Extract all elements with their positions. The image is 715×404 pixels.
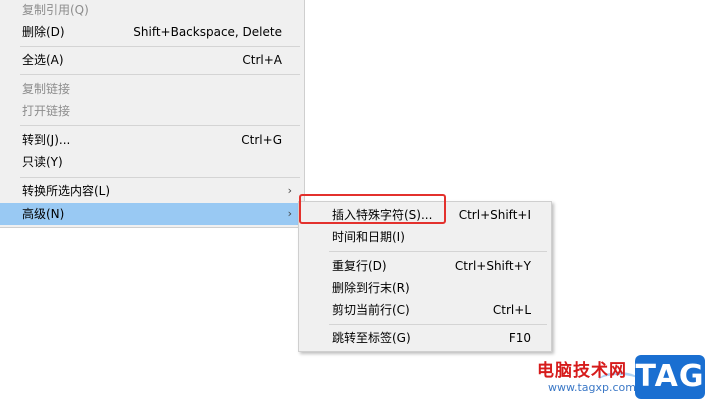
submenu-item-jump-to-tag[interactable]: 跳转至标签(G) F10 xyxy=(299,327,551,349)
submenu-item-delete-to-line-end[interactable]: 删除到行末(R) xyxy=(299,277,551,299)
context-menu: 复制引用(Q) 删除(D) Shift+Backspace, Delete 全选… xyxy=(0,0,305,228)
menu-item-shortcut: Ctrl+G xyxy=(241,133,282,147)
menu-item-shortcut: Ctrl+Shift+Y xyxy=(454,259,531,273)
menu-item-label: 全选(A) xyxy=(22,53,64,67)
menu-item-convert-selection[interactable]: 转换所选内容(L) › xyxy=(0,180,304,202)
menu-separator xyxy=(20,74,300,75)
menu-separator xyxy=(20,177,300,178)
watermark-logo: TAG xyxy=(635,355,705,399)
menu-item-shortcut: F10 xyxy=(508,331,531,345)
submenu-item-time-date[interactable]: 时间和日期(I) xyxy=(299,226,551,248)
menu-item-label: 复制引用(Q) xyxy=(22,3,89,17)
menu-item-label: 跳转至标签(G) xyxy=(332,331,411,345)
menu-item-read-only[interactable]: 只读(Y) xyxy=(0,151,304,173)
menu-item-label: 重复行(D) xyxy=(332,259,387,273)
menu-item-shortcut: Ctrl+L xyxy=(492,303,531,317)
menu-item-copy-link[interactable]: 复制链接 xyxy=(0,78,304,100)
menu-item-delete[interactable]: 删除(D) Shift+Backspace, Delete xyxy=(0,21,304,43)
menu-item-label: 时间和日期(I) xyxy=(332,230,405,244)
menu-item-label: 复制链接 xyxy=(22,82,71,96)
annotation-highlight-box xyxy=(299,194,446,224)
chevron-right-icon: › xyxy=(287,207,292,220)
submenu-item-cut-current-line[interactable]: 剪切当前行(C) Ctrl+L xyxy=(299,299,551,321)
menu-item-shortcut: Shift+Backspace, Delete xyxy=(133,25,282,39)
chevron-right-icon: › xyxy=(287,184,292,197)
menu-separator xyxy=(20,125,300,126)
menu-item-label: 剪切当前行(C) xyxy=(332,303,410,317)
menu-item-label: 转到(J)... xyxy=(22,133,71,147)
menu-item-select-all[interactable]: 全选(A) Ctrl+A xyxy=(0,49,304,71)
menu-item-label: 打开链接 xyxy=(22,104,71,118)
menu-item-shortcut: Ctrl+A xyxy=(242,53,282,67)
menu-item-label: 转换所选内容(L) xyxy=(22,184,111,198)
menu-item-shortcut: Ctrl+Shift+I xyxy=(458,208,531,222)
watermark-url: www.tagxp.com xyxy=(548,381,636,394)
menu-separator xyxy=(329,251,547,252)
menu-item-copy-reference[interactable]: 复制引用(Q) xyxy=(0,0,304,21)
menu-separator xyxy=(329,324,547,325)
menu-item-label: 删除(D) xyxy=(22,25,65,39)
menu-item-advanced[interactable]: 高级(N) › xyxy=(0,203,304,225)
menu-item-label: 删除到行末(R) xyxy=(332,281,410,295)
submenu-item-duplicate-line[interactable]: 重复行(D) Ctrl+Shift+Y xyxy=(299,255,551,277)
menu-item-label: 只读(Y) xyxy=(22,155,63,169)
menu-separator xyxy=(20,46,300,47)
menu-item-goto[interactable]: 转到(J)... Ctrl+G xyxy=(0,129,304,151)
watermark-site-name: 电脑技术网 xyxy=(537,361,627,381)
menu-item-open-link[interactable]: 打开链接 xyxy=(0,100,304,122)
menu-item-label: 高级(N) xyxy=(22,207,65,221)
